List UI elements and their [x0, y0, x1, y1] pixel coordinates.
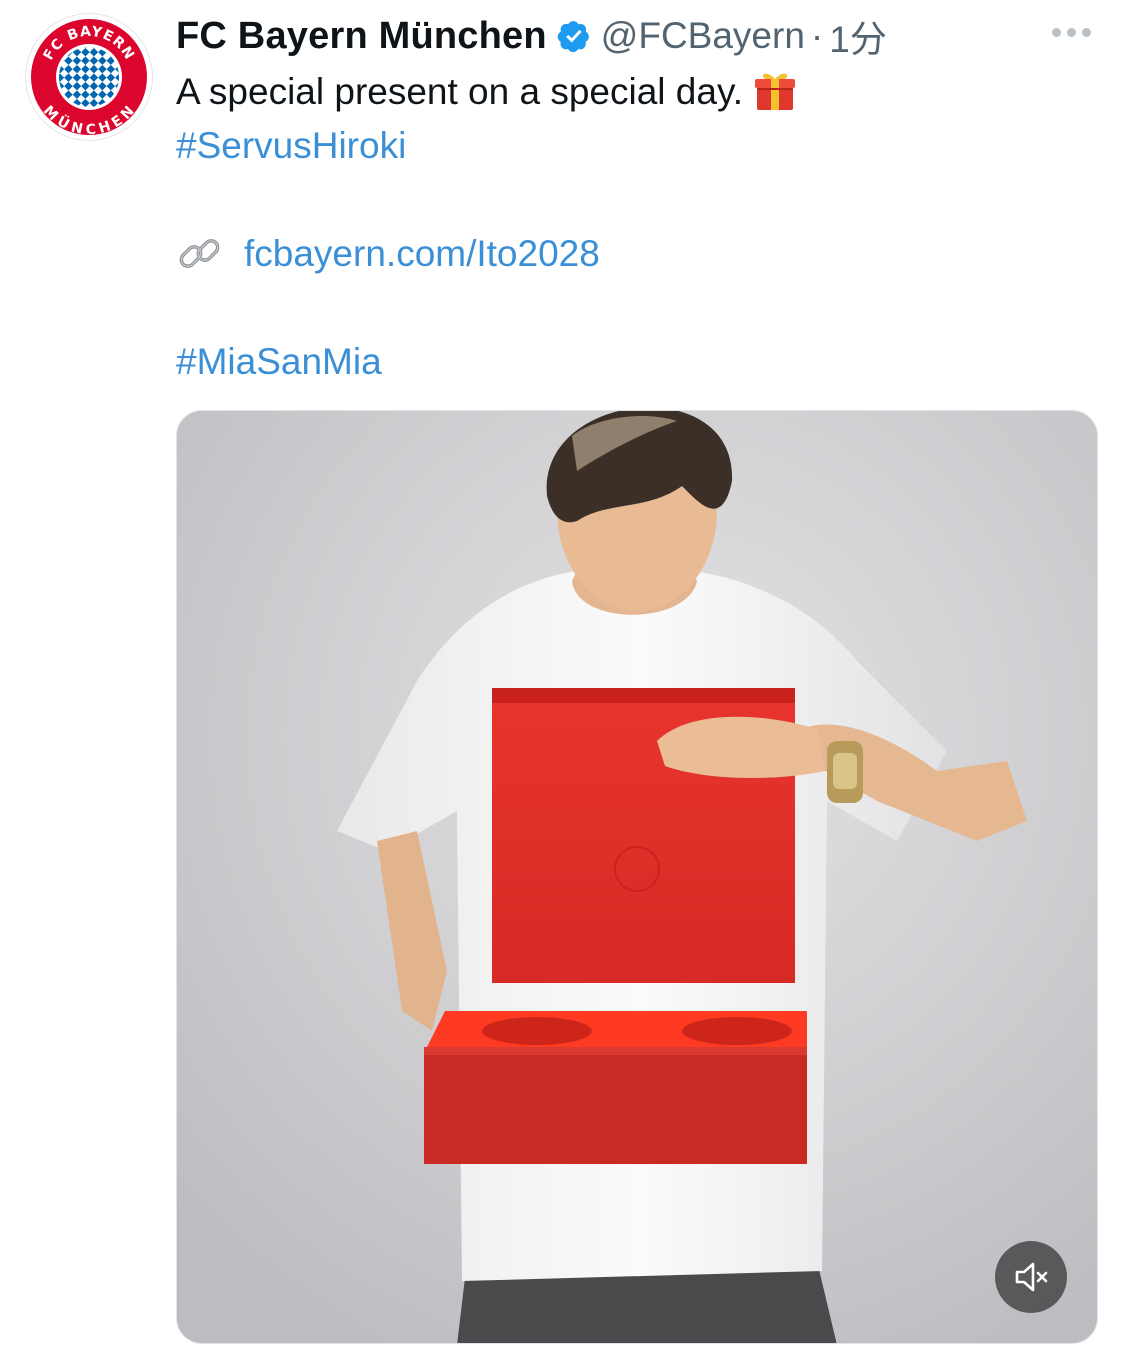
hashtag-link[interactable]: #ServusHiroki [176, 125, 406, 166]
verified-badge-icon [557, 19, 591, 53]
hashtag-link[interactable]: #MiaSanMia [176, 341, 382, 382]
timestamp[interactable]: 1分 [829, 9, 887, 63]
video-player[interactable] [176, 410, 1098, 1344]
external-link[interactable]: fcbayern.com/Ito2028 [244, 228, 600, 280]
more-horizontal-icon[interactable] [1052, 28, 1091, 37]
speaker-muted-icon[interactable] [995, 1241, 1067, 1313]
fc-bayern-logo: FC BAYERN MÜNCHEN [27, 15, 151, 139]
link-icon [176, 230, 224, 278]
tweet-text: A special present on a special day. [176, 71, 743, 112]
separator-dot: · [810, 15, 824, 56]
tweet[interactable]: FC BAYERN MÜNCHEN FC Bayern München @FCB… [0, 0, 1125, 1360]
video-thumbnail [177, 411, 1097, 1343]
author-display-name[interactable]: FC Bayern München [176, 15, 547, 58]
tweet-text-line: A special present on a special day. [176, 66, 797, 126]
hashtag-miasanmia[interactable]: #MiaSanMia [176, 336, 382, 388]
avatar[interactable]: FC BAYERN MÜNCHEN [26, 14, 152, 140]
link-line: fcbayern.com/Ito2028 [176, 228, 600, 280]
gift-emoji-icon [753, 68, 797, 126]
author-handle[interactable]: @FCBayern [601, 15, 805, 57]
hashtag-servushiroki[interactable]: #ServusHiroki [176, 120, 406, 172]
tweet-header: FC Bayern München @FCBayern · 1分 [176, 10, 887, 62]
